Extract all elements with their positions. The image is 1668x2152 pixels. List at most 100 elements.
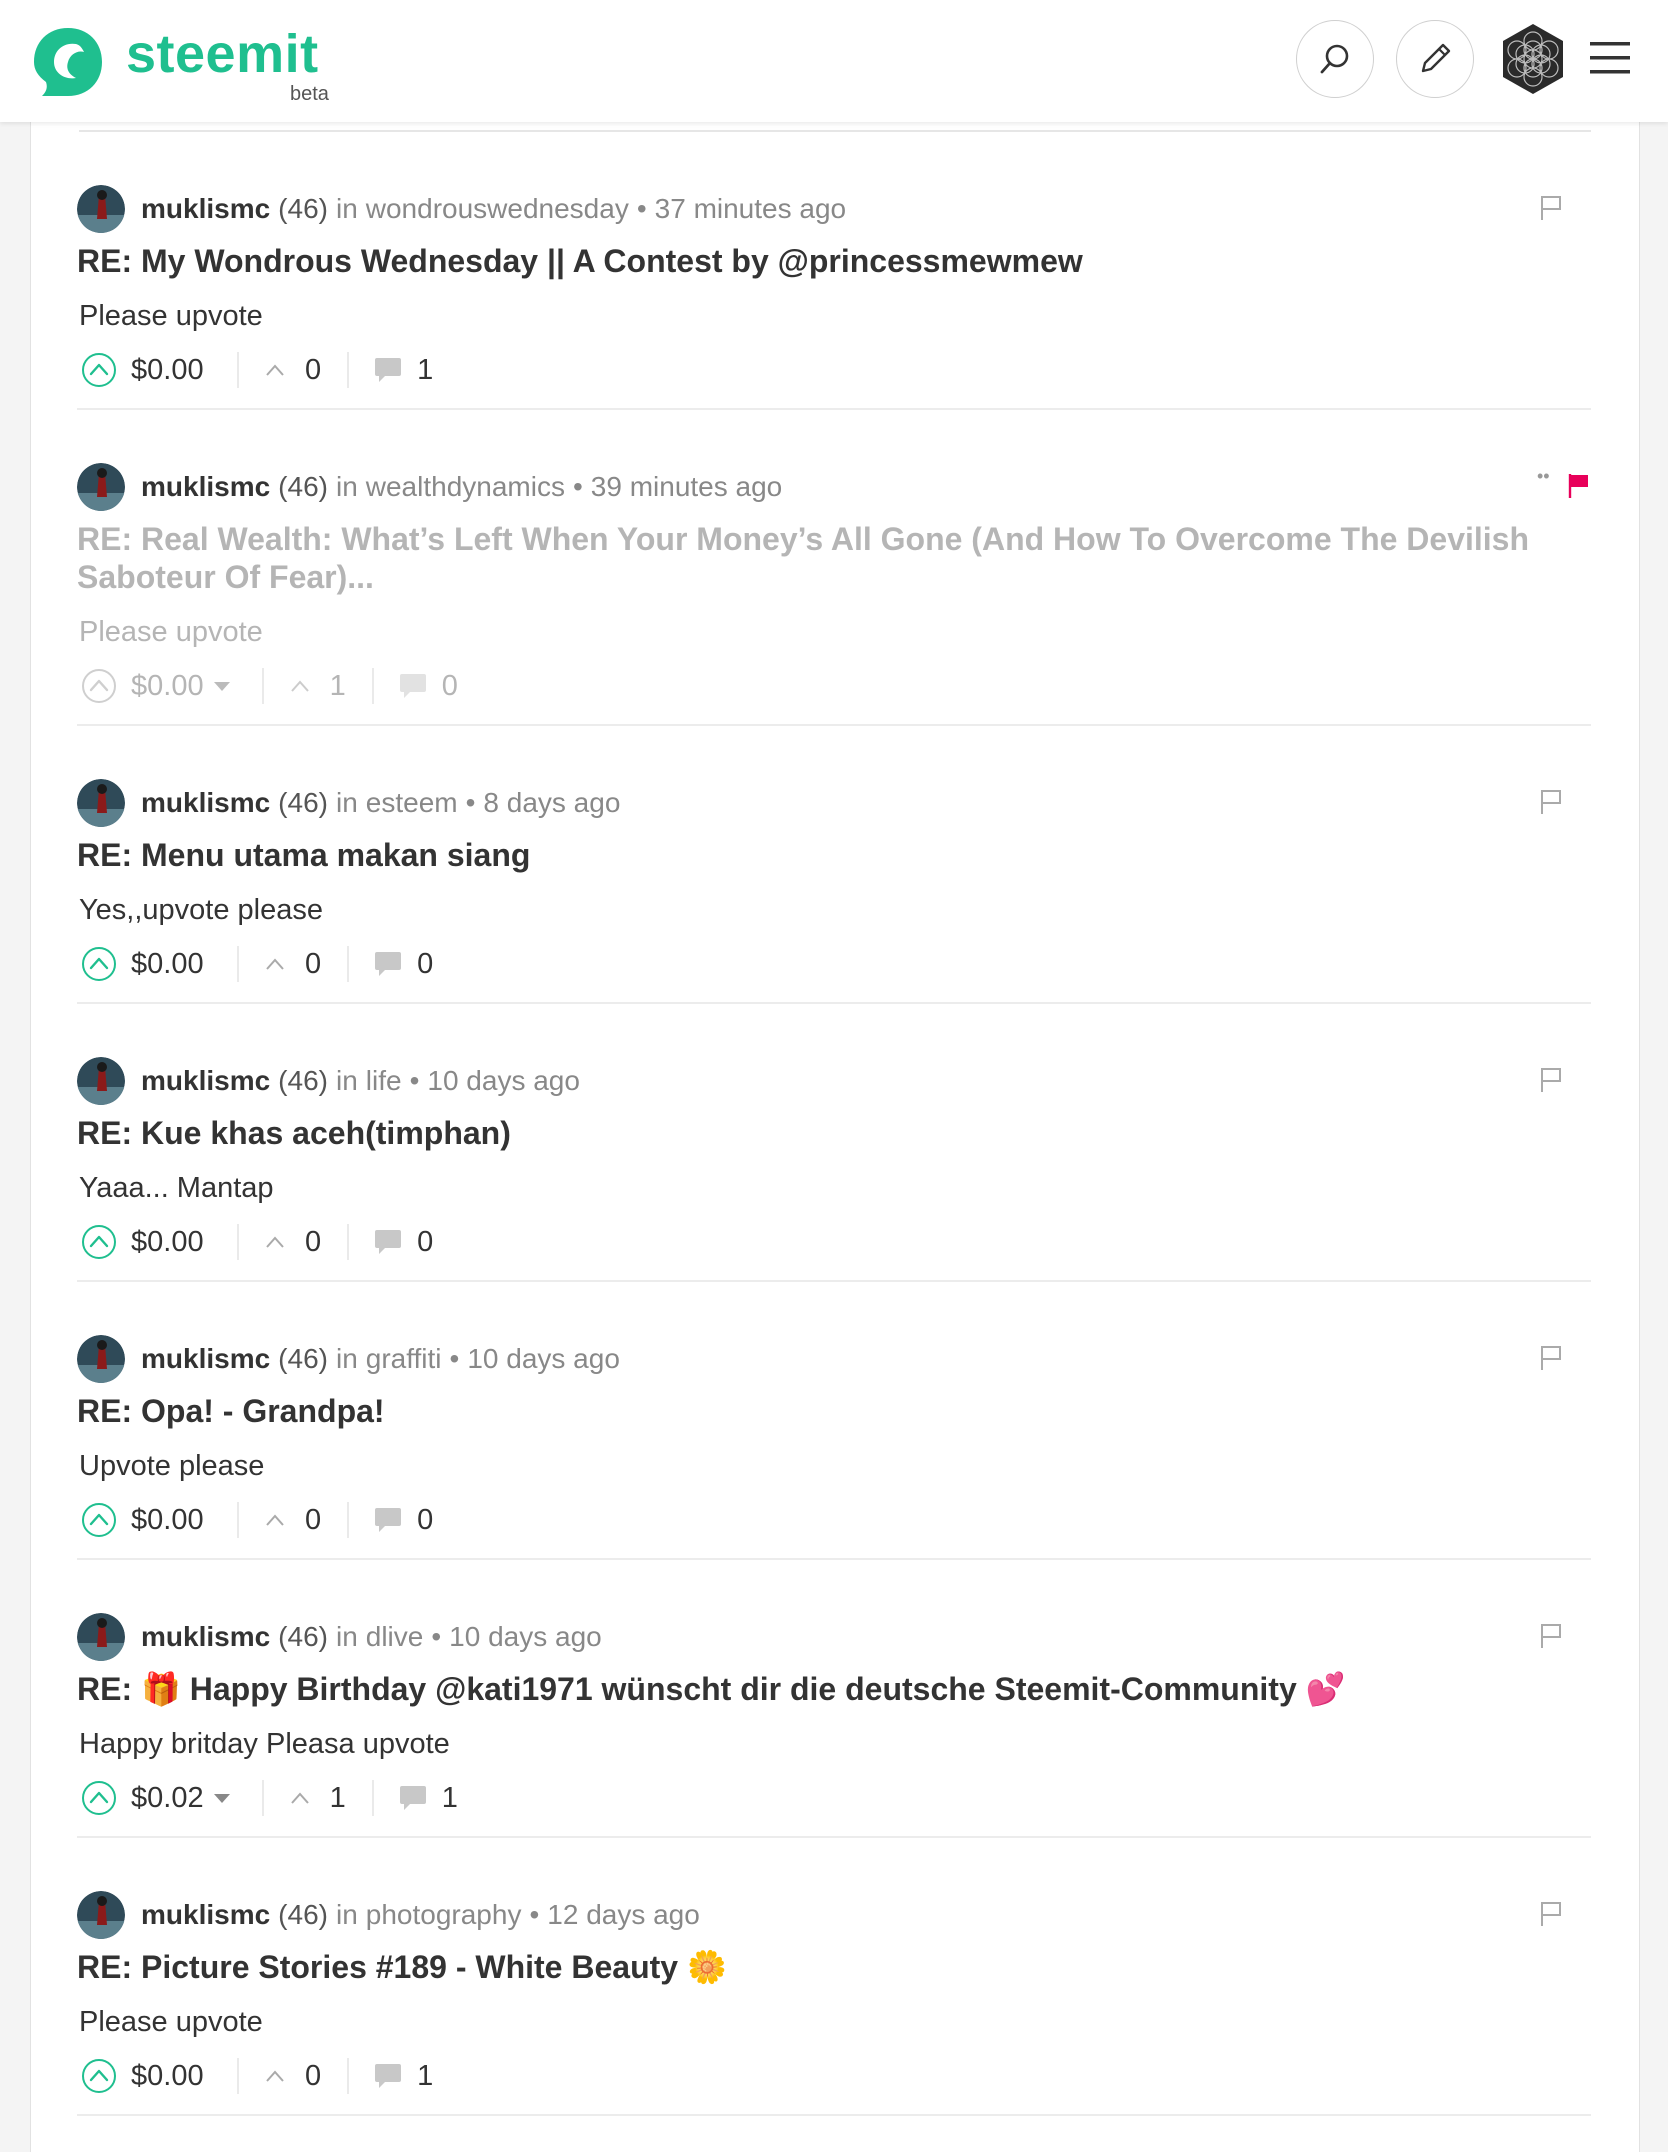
category-link[interactable]: photography (366, 1899, 522, 1931)
timestamp[interactable]: 12 days ago (547, 1899, 700, 1931)
comment-actions: $0.00 0 0 (81, 944, 433, 984)
comment-body[interactable]: Please upvote (79, 298, 263, 334)
divider (371, 668, 374, 704)
payout-amount[interactable]: $0.00 (131, 1226, 211, 1259)
author-avatar[interactable] (77, 1335, 125, 1383)
votes-count[interactable]: 0 (305, 948, 321, 981)
category-link[interactable]: esteem (366, 787, 458, 819)
payout-amount[interactable]: $0.00 (131, 948, 211, 981)
steemit-logo-icon[interactable] (28, 22, 108, 102)
author-reputation: (46) (278, 1343, 328, 1374)
payout-amount[interactable]: $0.00 (131, 670, 204, 703)
comments-count[interactable]: 1 (417, 354, 433, 387)
comment-item: muklismc (46) in dlive • 10 days ago RE:… (77, 1560, 1591, 1838)
votes-count[interactable]: 0 (305, 1504, 321, 1537)
comment-title[interactable]: RE: Opa! - Grandpa! (77, 1392, 1557, 1430)
votes-count[interactable]: 1 (330, 670, 346, 703)
payout-dropdown-caret-icon[interactable] (213, 681, 230, 691)
user-avatar[interactable] (1496, 22, 1570, 96)
timestamp[interactable]: 10 days ago (467, 1343, 620, 1375)
flag-icon[interactable] (1567, 472, 1591, 500)
comment-body[interactable]: Please upvote (79, 2004, 263, 2040)
category-link[interactable]: wondrouswednesday (366, 193, 629, 225)
comment-body[interactable]: Yes,,upvote please (79, 892, 323, 928)
comment-actions: $0.00 0 0 (81, 1222, 433, 1262)
timestamp[interactable]: 37 minutes ago (655, 193, 846, 225)
upvote-icon[interactable] (81, 668, 117, 704)
flag-icon[interactable] (1539, 1066, 1563, 1094)
comment-title[interactable]: RE: Menu utama makan siang (77, 836, 1557, 874)
comments-count[interactable]: 1 (417, 2060, 433, 2093)
upvote-icon[interactable] (81, 946, 117, 982)
comments-count[interactable]: 1 (442, 1782, 458, 1815)
author-avatar[interactable] (77, 1057, 125, 1105)
votes-count[interactable]: 0 (305, 1226, 321, 1259)
comment-actions: $0.00 1 0 (81, 666, 458, 706)
votes-count[interactable]: 1 (330, 1782, 346, 1815)
votes-count[interactable]: 0 (305, 354, 321, 387)
flag-icon[interactable] (1539, 1344, 1563, 1372)
category-link[interactable]: dlive (366, 1621, 424, 1653)
comments-count[interactable]: 0 (417, 1226, 433, 1259)
payout-dropdown-caret-icon[interactable] (213, 1793, 230, 1803)
comments-count[interactable]: 0 (417, 1504, 433, 1537)
search-button[interactable] (1296, 20, 1374, 98)
author-avatar[interactable] (77, 185, 125, 233)
hamburger-menu-icon[interactable] (1588, 38, 1632, 78)
upvote-icon[interactable] (81, 352, 117, 388)
flag-icon[interactable] (1539, 1900, 1563, 1928)
upvote-icon[interactable] (81, 1502, 117, 1538)
timestamp[interactable]: 10 days ago (449, 1621, 602, 1653)
logo-wordmark[interactable]: steemit (126, 22, 319, 86)
author-avatar[interactable] (77, 779, 125, 827)
author-name[interactable]: muklismc (141, 787, 270, 819)
author-name[interactable]: muklismc (141, 1899, 270, 1931)
comment-item: muklismc (46) in esteem • 8 days ago RE:… (77, 726, 1591, 1004)
comment-body[interactable]: Upvote please (79, 1448, 264, 1484)
comment-body[interactable]: Please upvote (79, 614, 263, 650)
flag-icon[interactable] (1539, 194, 1563, 222)
timestamp[interactable]: 39 minutes ago (591, 471, 782, 503)
flag-active-indicator[interactable]: •• (1537, 466, 1591, 500)
comment-meta: muklismc (46) in wondrouswednesday • 37 … (77, 184, 846, 234)
upvote-icon[interactable] (81, 1224, 117, 1260)
comment-title[interactable]: RE: Picture Stories #189 - White Beauty … (77, 1948, 1557, 1986)
payout-amount[interactable]: $0.00 (131, 1504, 211, 1537)
comment-title[interactable]: RE: 🎁 Happy Birthday @kati1971 wünscht d… (77, 1670, 1557, 1708)
votes-count[interactable]: 0 (305, 2060, 321, 2093)
author-avatar[interactable] (77, 463, 125, 511)
divider (237, 946, 239, 982)
submit-story-button[interactable] (1396, 20, 1474, 98)
category-link[interactable]: graffiti (366, 1343, 442, 1375)
upvote-icon[interactable] (81, 2058, 117, 2094)
comment-item: muklismc (46) in wondrouswednesday • 37 … (77, 132, 1591, 410)
category-link[interactable]: wealthdynamics (366, 471, 565, 503)
author-name[interactable]: muklismc (141, 1343, 270, 1375)
meta-separator: • (431, 1621, 442, 1652)
author-avatar[interactable] (77, 1891, 125, 1939)
author-name[interactable]: muklismc (141, 1065, 270, 1097)
divider (237, 1502, 239, 1538)
author-avatar[interactable] (77, 1613, 125, 1661)
timestamp[interactable]: 8 days ago (483, 787, 620, 819)
flag-icon[interactable] (1539, 788, 1563, 816)
author-name[interactable]: muklismc (141, 471, 270, 503)
author-name[interactable]: muklismc (141, 1621, 270, 1653)
comments-count[interactable]: 0 (442, 670, 458, 703)
category-link[interactable]: life (366, 1065, 402, 1097)
search-icon (1320, 44, 1349, 74)
comment-body[interactable]: Happy britday Pleasa upvote (79, 1726, 450, 1762)
author-name[interactable]: muklismc (141, 193, 270, 225)
comment-title[interactable]: RE: My Wondrous Wednesday || A Contest b… (77, 242, 1557, 280)
payout-amount[interactable]: $0.00 (131, 2060, 211, 2093)
payout-amount[interactable]: $0.00 (131, 354, 211, 387)
comments-count[interactable]: 0 (417, 948, 433, 981)
votes-chevron-icon (266, 2070, 284, 2082)
timestamp[interactable]: 10 days ago (427, 1065, 580, 1097)
comment-title[interactable]: RE: Real Wealth: What’s Left When Your M… (77, 520, 1557, 596)
comment-title[interactable]: RE: Kue khas aceh(timphan) (77, 1114, 1557, 1152)
upvote-icon[interactable] (81, 1780, 117, 1816)
flag-icon[interactable] (1539, 1622, 1563, 1650)
comment-body[interactable]: Yaaa... Mantap (79, 1170, 274, 1206)
payout-amount[interactable]: $0.02 (131, 1782, 204, 1815)
